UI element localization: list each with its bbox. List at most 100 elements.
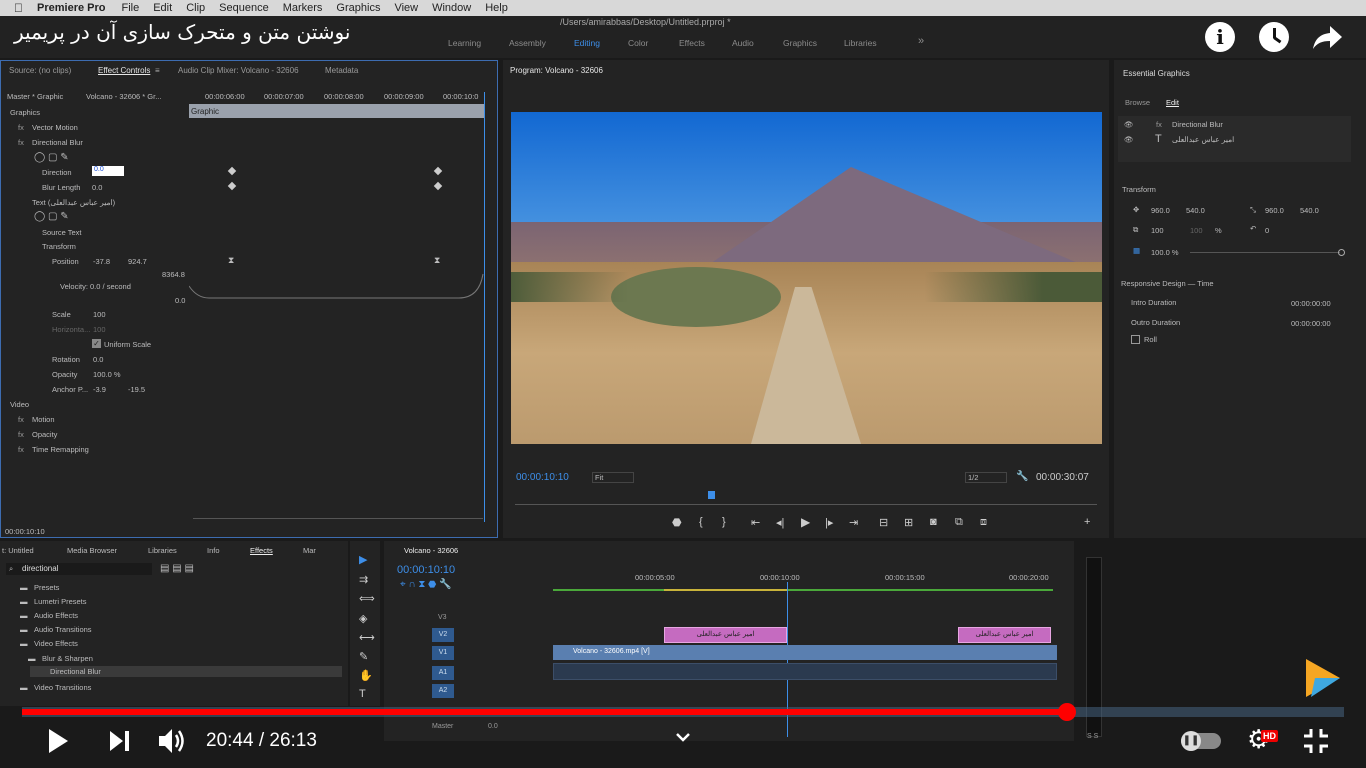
ws-color[interactable]: Color [628, 38, 648, 48]
tree-audio-transitions[interactable]: Audio Transitions [34, 625, 92, 634]
tab-source[interactable]: Source: (no clips) [9, 66, 71, 75]
watch-later-icon[interactable] [1259, 22, 1289, 52]
volume-icon[interactable] [157, 727, 189, 755]
eg-layer-blur[interactable]: Directional Blur [1172, 120, 1223, 129]
program-timecode[interactable]: 00:00:10:10 [516, 472, 569, 483]
track-v1[interactable]: V1 [432, 646, 454, 660]
program-scrub-bar[interactable] [515, 504, 1097, 505]
eg-tab-edit[interactable]: Edit [1166, 98, 1179, 107]
program-title[interactable]: Program: Volcano - 32606 [510, 66, 603, 75]
menu-file[interactable]: File [121, 2, 139, 14]
eye-icon[interactable]: 👁 [1124, 120, 1134, 129]
row-blur-length[interactable]: Blur Length [42, 183, 80, 192]
razor-icon[interactable]: ◈ [359, 612, 367, 625]
next-icon[interactable] [109, 730, 131, 752]
fit-select[interactable]: Fit [592, 472, 634, 483]
track-a1[interactable]: A1 [432, 666, 454, 680]
work-area-bar[interactable] [553, 589, 1053, 591]
tab-audio-mixer[interactable]: Audio Clip Mixer: Volcano - 32606 [178, 66, 299, 75]
ws-editing[interactable]: Editing [574, 38, 600, 48]
mark-out-icon[interactable]: } [722, 516, 726, 528]
clip-v1[interactable]: Volcano - 32606.mp4 [V] [553, 645, 1057, 660]
extract-icon[interactable]: ⊞ [904, 516, 913, 529]
ws-learning[interactable]: Learning [448, 38, 481, 48]
row-source-text[interactable]: Source Text [42, 228, 81, 237]
graphic-bar[interactable]: Graphic [189, 104, 485, 118]
eg-pos-x[interactable]: 960.0 [1151, 206, 1170, 215]
tab-effects[interactable]: Effects [250, 546, 273, 555]
ec-scrollbar[interactable] [193, 518, 483, 519]
clip-a1[interactable] [553, 663, 1057, 680]
track-select-icon[interactable]: ⇉ [359, 573, 368, 586]
ec-playhead[interactable] [484, 92, 485, 522]
button-editor-plus-icon[interactable]: + [1084, 516, 1090, 528]
vr-icon[interactable]: ⧈ [980, 516, 987, 529]
program-video-frame[interactable] [511, 112, 1102, 444]
player-progress-bar[interactable] [22, 709, 1067, 715]
chevron-down-icon[interactable] [675, 731, 691, 743]
ripple-edit-icon[interactable]: ⟺ [359, 592, 375, 605]
clip-text-2[interactable]: امیر عباس عبدالعلی [958, 627, 1051, 643]
row-vector-motion[interactable]: Vector Motion [32, 123, 78, 132]
slip-icon[interactable]: ⟷ [359, 631, 375, 644]
master-label[interactable]: Master * Graphic [7, 92, 63, 101]
ws-audio[interactable]: Audio [732, 38, 754, 48]
ws-graphics[interactable]: Graphics [783, 38, 817, 48]
program-playhead[interactable] [708, 491, 715, 499]
resolution-select[interactable]: 1/2 [965, 472, 1007, 483]
rotation-value[interactable]: 0.0 [93, 355, 103, 364]
menu-markers[interactable]: Markers [283, 2, 323, 14]
row-directional-blur[interactable]: Directional Blur [32, 138, 83, 147]
go-to-out-icon[interactable]: ⇥ [849, 516, 858, 529]
menu-sequence[interactable]: Sequence [219, 2, 269, 14]
hand-icon[interactable]: ✋ [359, 669, 373, 682]
menu-clip[interactable]: Clip [186, 2, 205, 14]
eg-tab-browse[interactable]: Browse [1125, 98, 1150, 107]
add-marker-icon[interactable]: ⬣ [672, 516, 682, 529]
ec-timecode[interactable]: 00:00:10:10 [5, 527, 45, 536]
eg-pos-y[interactable]: 540.0 [1186, 206, 1205, 215]
tree-blur-sharpen[interactable]: Blur & Sharpen [42, 654, 93, 663]
tab-metadata[interactable]: Metadata [325, 66, 358, 75]
compare-icon[interactable]: ⧉ [955, 516, 963, 529]
row-text-layer[interactable]: Text (امیر عباس عبدالعلی) [32, 198, 115, 207]
row-anchor[interactable]: Anchor P... [52, 385, 88, 394]
mask-shape-icons[interactable]: ◯ ▢ ✎ [34, 152, 69, 163]
track-a2[interactable]: A2 [432, 684, 454, 698]
sequence-label[interactable]: Volcano - 32606 * Gr... [86, 92, 161, 101]
eg-opacity[interactable]: 100.0 % [1151, 248, 1179, 257]
anchor-x[interactable]: -3.9 [93, 385, 106, 394]
ws-libraries[interactable]: Libraries [844, 38, 877, 48]
lift-icon[interactable]: ⊟ [879, 516, 888, 529]
effect-controls-menu-icon[interactable]: ≡ [155, 66, 160, 75]
play-icon[interactable]: ▶ [801, 515, 810, 529]
row-scale[interactable]: Scale [52, 310, 71, 319]
step-back-icon[interactable]: ◂| [776, 516, 784, 529]
clip-text-1[interactable]: امیر عباس عبدالعلی [664, 627, 787, 643]
step-forward-icon[interactable]: |▸ [825, 516, 833, 529]
tree-video-transitions[interactable]: Video Transitions [34, 683, 91, 692]
tab-project[interactable]: t: Untitled [2, 546, 34, 555]
row-motion[interactable]: Motion [32, 415, 55, 424]
share-icon[interactable] [1312, 24, 1344, 50]
eg-anchor-x[interactable]: 960.0 [1265, 206, 1284, 215]
eg-layer-text[interactable]: امیر عباس عبدالعلی [1172, 135, 1234, 144]
tab-markers[interactable]: Mar [303, 546, 316, 555]
app-name[interactable]: Premiere Pro [37, 2, 105, 14]
track-v3[interactable]: V3 [438, 614, 447, 621]
selection-tool-icon[interactable]: ▶ [359, 553, 367, 566]
eg-scale[interactable]: 100 [1151, 226, 1164, 235]
ws-assembly[interactable]: Assembly [509, 38, 546, 48]
scale-value[interactable]: 100 [93, 310, 106, 319]
position-y[interactable]: 924.7 [128, 257, 147, 266]
tree-audio-effects[interactable]: Audio Effects [34, 611, 78, 620]
tab-media-browser[interactable]: Media Browser [67, 546, 117, 555]
mask-shape-icons-2[interactable]: ◯ ▢ ✎ [34, 211, 69, 222]
row-time-remapping[interactable]: Time Remapping [32, 445, 89, 454]
essential-title[interactable]: Essential Graphics [1123, 69, 1190, 78]
autoplay-toggle[interactable]: ❚❚ [1181, 731, 1221, 751]
eg-outro-value[interactable]: 00:00:00:00 [1291, 319, 1331, 328]
ws-effects[interactable]: Effects [679, 38, 705, 48]
export-frame-icon[interactable]: ◙ [930, 516, 937, 528]
mark-in-icon[interactable]: { [699, 516, 703, 528]
